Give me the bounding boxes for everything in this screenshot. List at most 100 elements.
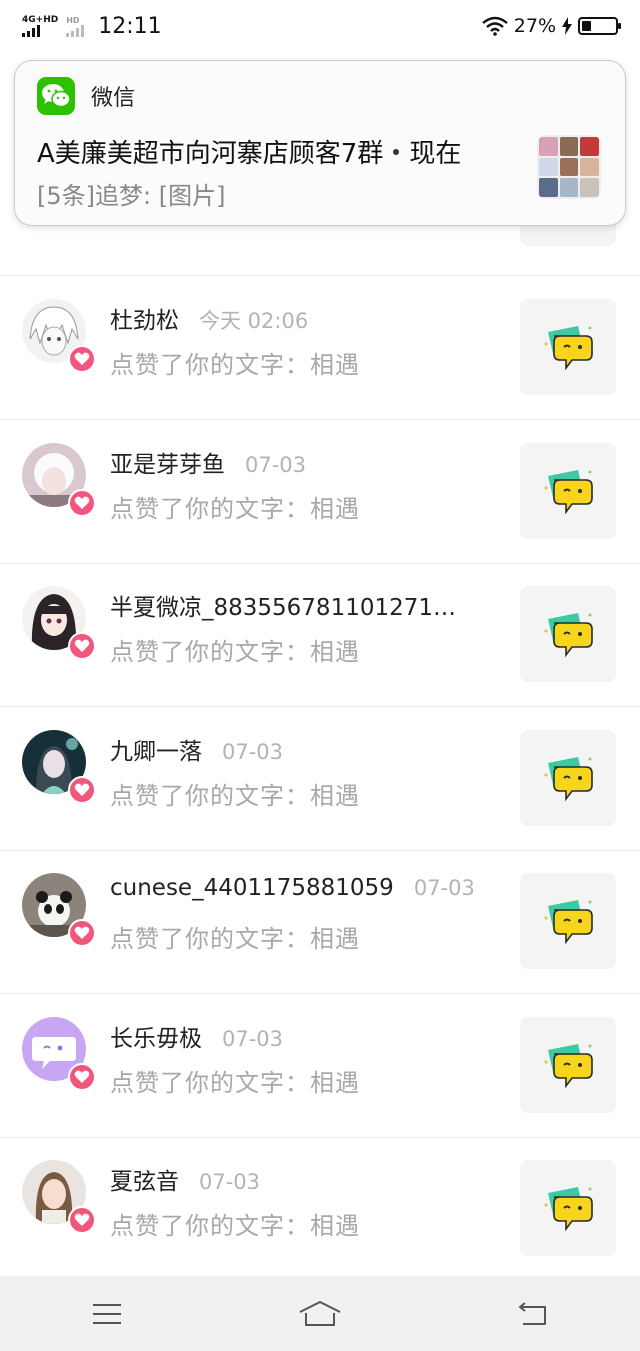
name-line: 九卿一落 07-03: [110, 732, 283, 766]
like-time: 07-03: [222, 740, 284, 764]
home-button[interactable]: [290, 1289, 350, 1339]
separator-dot: [393, 148, 400, 155]
signal-bars-2-icon: [66, 24, 85, 37]
avatar[interactable]: [22, 299, 96, 373]
home-icon: [299, 1300, 341, 1326]
group-avatar: [537, 135, 601, 199]
like-badge: [68, 1063, 96, 1091]
speech-bubble-icon: [544, 900, 593, 945]
network-indicator: 4G+HD: [22, 14, 59, 37]
heart-icon: [74, 783, 90, 796]
like-action-text: 点赞了你的文字：相遇: [110, 782, 360, 810]
avatar[interactable]: [22, 586, 96, 660]
user-name[interactable]: 杜劲松: [110, 301, 179, 335]
status-time: 12:11: [98, 13, 162, 39]
notification-body: [5条]追梦: [图片]: [37, 182, 226, 210]
notification-app-name: 微信: [91, 86, 136, 111]
back-button[interactable]: [503, 1289, 563, 1339]
like-time: 07-03: [413, 876, 475, 900]
like-notification-row[interactable]: 九卿一落 07-03 点赞了你的文字：相遇: [0, 708, 640, 851]
name-line: 夏弦音 07-03: [110, 1162, 260, 1196]
menu-icon: [92, 1303, 121, 1324]
heart-icon: [74, 1213, 90, 1226]
like-badge: [68, 632, 96, 660]
heart-icon: [74, 926, 90, 939]
heart-icon: [74, 496, 90, 509]
user-name[interactable]: 九卿一落: [110, 732, 202, 766]
like-notification-row[interactable]: cunese_4401175881059 07-03 点赞了你的文字：相遇: [0, 851, 640, 994]
like-time: 07-03: [199, 1170, 261, 1194]
like-badge: [68, 776, 96, 804]
signal-bars-icon: [22, 24, 58, 37]
like-notification-row[interactable]: 半夏微凉_883556781101271… 点赞了你的文字：相遇: [0, 564, 640, 707]
speech-bubble-icon: [544, 757, 593, 802]
speech-bubble-icon: [544, 1187, 593, 1232]
wechat-icon: [37, 77, 75, 115]
name-line: 长乐毋极 07-03: [110, 1019, 283, 1053]
back-icon: [519, 1301, 547, 1325]
like-action-text: 点赞了你的文字：相遇: [110, 638, 360, 666]
like-notification-row[interactable]: 夏弦音 07-03 点赞了你的文字：相遇: [0, 1138, 640, 1281]
avatar[interactable]: [22, 873, 96, 947]
speech-bubble-icon: [544, 326, 593, 371]
wifi-icon: [481, 16, 508, 36]
notification-header: 微信: [37, 77, 603, 115]
post-thumbnail[interactable]: [520, 730, 616, 826]
like-action-text: 点赞了你的文字：相遇: [110, 1212, 360, 1240]
like-notification-row[interactable]: 杜劲松 今天 02:06 点赞了你的文字：相遇: [0, 277, 640, 420]
speech-bubble-icon: [544, 1044, 593, 1089]
user-name[interactable]: 长乐毋极: [110, 1019, 202, 1053]
avatar[interactable]: [22, 443, 96, 517]
like-badge: [68, 1206, 96, 1234]
network-label-2: HD: [66, 15, 80, 25]
network-indicator-2: HD: [66, 15, 85, 37]
charging-icon: [562, 17, 572, 35]
user-name[interactable]: 夏弦音: [110, 1162, 179, 1196]
battery-icon: [578, 17, 621, 35]
notification-title-line: A美廉美超市向河寨店顾客7群 现在: [37, 133, 603, 170]
name-line: 半夏微凉_883556781101271…: [110, 588, 476, 622]
speech-bubble-icon: [544, 613, 593, 658]
user-name[interactable]: 亚是芽芽鱼: [110, 445, 225, 479]
post-thumbnail[interactable]: [520, 299, 616, 395]
like-action-text: 点赞了你的文字：相遇: [110, 495, 360, 523]
like-notification-row[interactable]: 亚是芽芽鱼 07-03 点赞了你的文字：相遇: [0, 421, 640, 564]
avatar[interactable]: [22, 730, 96, 804]
name-line: 杜劲松 今天 02:06: [110, 301, 308, 335]
post-thumbnail[interactable]: [520, 1017, 616, 1113]
heart-icon: [74, 639, 90, 652]
network-label: 4G+HD: [22, 14, 59, 25]
like-time: 07-03: [245, 453, 307, 477]
like-badge: [68, 489, 96, 517]
status-bar: 4G+HD HD 12:11 27%: [0, 0, 640, 52]
heart-icon: [74, 352, 90, 365]
menu-button[interactable]: [77, 1289, 137, 1339]
notification-time: 现在: [409, 139, 462, 169]
post-thumbnail[interactable]: [520, 1160, 616, 1256]
user-name[interactable]: 半夏微凉_883556781101271…: [110, 588, 456, 622]
post-thumbnail[interactable]: [520, 873, 616, 969]
post-thumbnail[interactable]: [520, 443, 616, 539]
user-name[interactable]: cunese_4401175881059: [110, 875, 394, 901]
battery-fill: [582, 21, 591, 31]
like-action-text: 点赞了你的文字：相遇: [110, 925, 360, 953]
like-action-text: 点赞了你的文字：相遇: [110, 351, 360, 379]
status-left: 4G+HD HD 12:11: [22, 14, 162, 39]
name-line: 亚是芽芽鱼 07-03: [110, 445, 306, 479]
battery-percent: 27%: [513, 15, 556, 37]
heart-icon: [74, 1070, 90, 1083]
like-time: 今天 02:06: [199, 309, 309, 333]
status-right: 27%: [481, 15, 621, 37]
like-notification-row[interactable]: 长乐毋极 07-03 点赞了你的文字：相遇: [0, 995, 640, 1138]
avatar[interactable]: [22, 1017, 96, 1091]
like-badge: [68, 345, 96, 373]
like-action-text: 点赞了你的文字：相遇: [110, 1069, 360, 1097]
like-time: 07-03: [222, 1027, 284, 1051]
notification-title: A美廉美超市向河寨店顾客7群: [37, 139, 384, 169]
like-badge: [68, 919, 96, 947]
notification-banner[interactable]: 微信 A美廉美超市向河寨店顾客7群 现在 [5条]追梦: [图片]: [14, 60, 626, 226]
post-thumbnail[interactable]: [520, 586, 616, 682]
system-nav-bar: [0, 1276, 640, 1351]
name-line: cunese_4401175881059 07-03: [110, 875, 475, 901]
avatar[interactable]: [22, 1160, 96, 1234]
